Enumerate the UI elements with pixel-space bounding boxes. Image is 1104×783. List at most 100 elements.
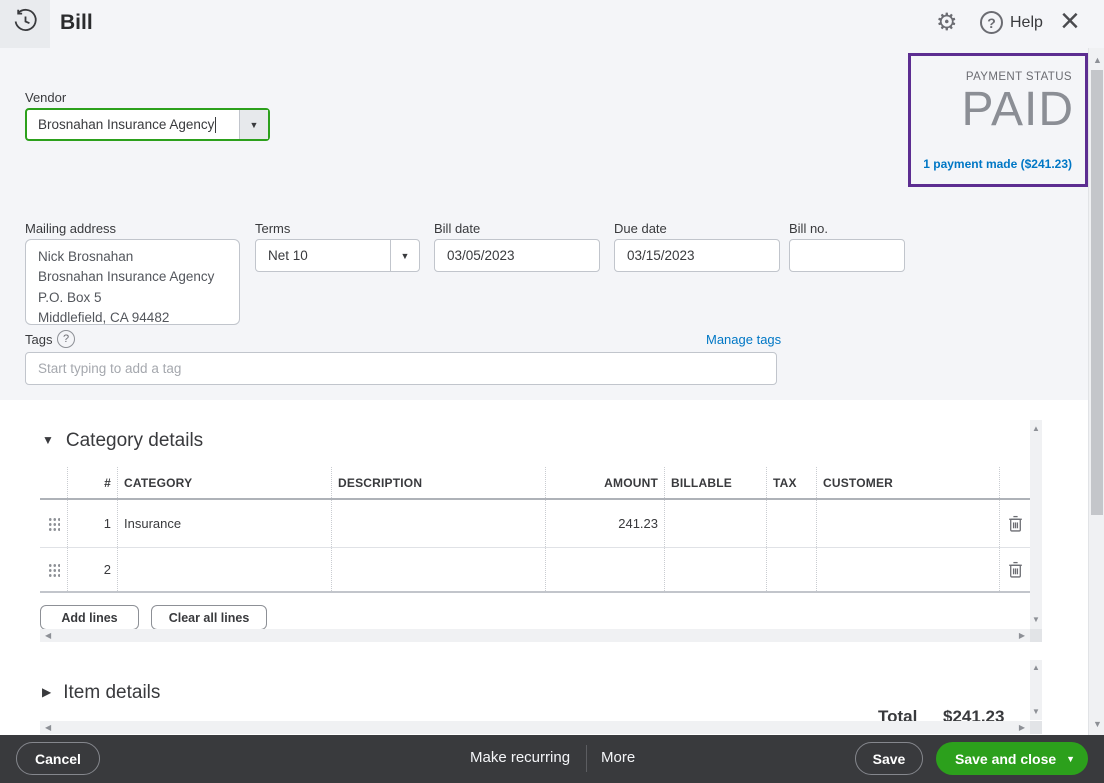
scroll-left-icon[interactable]: ◀ — [45, 724, 51, 732]
mailing-address-label: Mailing address — [25, 221, 116, 236]
category-details-header[interactable]: ▼ Category details — [42, 430, 203, 452]
billable-cell[interactable] — [665, 548, 767, 591]
cancel-button[interactable]: Cancel — [16, 742, 100, 775]
customer-cell[interactable] — [817, 500, 1000, 547]
scroll-up-icon[interactable]: ▲ — [1093, 56, 1102, 65]
header-trash-cell — [1000, 467, 1030, 498]
table-row: 2 — [40, 548, 1030, 593]
amount-cell[interactable]: 241.23 — [546, 500, 665, 547]
help-question-icon: ? — [980, 11, 1003, 34]
bill-no-label: Bill no. — [789, 221, 828, 236]
make-recurring-button[interactable]: Make recurring — [470, 749, 570, 766]
add-lines-button[interactable]: Add lines — [40, 605, 139, 630]
close-icon[interactable]: × — [1060, 2, 1080, 41]
col-header-tax: TAX — [767, 467, 817, 498]
scroll-down-icon[interactable]: ▼ — [1032, 708, 1040, 716]
scroll-right-icon[interactable]: ▶ — [1019, 724, 1025, 732]
save-button[interactable]: Save — [855, 742, 923, 775]
col-header-billable: BILLABLE — [665, 467, 767, 498]
col-header-category: CATEGORY — [118, 467, 332, 498]
payment-status-value: PAID — [962, 82, 1074, 137]
col-header-amount: AMOUNT — [546, 467, 665, 498]
text-caret — [215, 117, 216, 133]
footer-divider — [586, 745, 587, 772]
tags-input[interactable] — [25, 352, 777, 385]
scroll-up-icon[interactable]: ▲ — [1032, 664, 1040, 672]
due-date-input[interactable]: 03/15/2023 — [614, 239, 780, 272]
bill-date-input[interactable]: 03/05/2023 — [434, 239, 600, 272]
billable-cell[interactable] — [665, 500, 767, 547]
scrollbar-corner — [1030, 629, 1042, 642]
vendor-select[interactable]: Brosnahan Insurance Agency ▼ — [25, 108, 270, 141]
bill-date-value: 03/05/2023 — [447, 248, 515, 263]
vendor-dropdown-arrow-icon[interactable]: ▼ — [239, 110, 268, 139]
item-details-header[interactable]: ▶ Item details — [42, 682, 160, 704]
save-and-close-button[interactable]: Save and close ▼ — [936, 742, 1088, 775]
payment-status-box: PAYMENT STATUS PAID 1 payment made ($241… — [908, 53, 1088, 187]
payment-made-link[interactable]: 1 payment made ($241.23) — [923, 157, 1072, 171]
due-date-label: Due date — [614, 221, 667, 236]
help-label: Help — [1010, 14, 1043, 32]
bill-date-label: Bill date — [434, 221, 480, 236]
scroll-left-icon[interactable]: ◀ — [45, 632, 51, 640]
item-vscrollbar[interactable]: ▲ ▼ — [1030, 660, 1042, 720]
help-button[interactable]: ? Help — [980, 11, 1043, 34]
form-region: Bill ⚙ ? Help × PAYMENT STATUS PAID 1 pa… — [0, 0, 1104, 400]
mailing-address-field[interactable]: Nick Brosnahan Brosnahan Insurance Agenc… — [25, 239, 240, 325]
category-details-table: # CATEGORY DESCRIPTION AMOUNT BILLABLE T… — [40, 467, 1030, 593]
terms-select[interactable]: Net 10 — [255, 239, 391, 272]
customer-cell[interactable] — [817, 548, 1000, 591]
footer-action-bar: Cancel Make recurring More Save Save and… — [0, 735, 1104, 783]
tax-cell[interactable] — [767, 500, 817, 547]
scroll-right-icon[interactable]: ▶ — [1019, 632, 1025, 640]
collapse-closed-icon: ▶ — [42, 685, 51, 699]
vendor-label: Vendor — [25, 90, 66, 105]
tax-cell[interactable] — [767, 548, 817, 591]
terms-value: Net 10 — [268, 248, 308, 263]
tags-help-icon[interactable]: ? — [57, 330, 75, 348]
trash-icon[interactable] — [1008, 515, 1023, 532]
amount-cell[interactable] — [546, 548, 665, 591]
bill-form-window: Bill ⚙ ? Help × PAYMENT STATUS PAID 1 pa… — [0, 0, 1104, 783]
due-date-value: 03/15/2023 — [627, 248, 695, 263]
drag-handle-icon[interactable] — [47, 516, 60, 531]
row-number: 2 — [68, 548, 118, 591]
more-button[interactable]: More — [601, 749, 635, 766]
history-clock-icon — [12, 8, 39, 40]
bill-no-input[interactable] — [789, 239, 905, 272]
vendor-value: Brosnahan Insurance Agency — [27, 117, 214, 132]
terms-dropdown-arrow-icon[interactable]: ▼ — [390, 239, 420, 272]
tags-label: Tags — [25, 332, 52, 347]
category-details-title: Category details — [66, 430, 203, 451]
col-header-customer: CUSTOMER — [817, 467, 1000, 498]
item-details-title: Item details — [63, 682, 160, 703]
table-row: 1 Insurance 241.23 — [40, 500, 1030, 548]
col-header-num: # — [68, 467, 118, 498]
category-vscrollbar[interactable]: ▲ ▼ — [1030, 420, 1042, 629]
scroll-down-icon[interactable]: ▼ — [1032, 616, 1040, 624]
category-cell[interactable]: Insurance — [118, 500, 332, 547]
trash-icon[interactable] — [1008, 561, 1023, 578]
category-cell[interactable] — [118, 548, 332, 591]
item-hscrollbar[interactable]: ◀ ▶ — [40, 721, 1030, 734]
scroll-up-icon[interactable]: ▲ — [1032, 425, 1040, 433]
gear-icon[interactable]: ⚙ — [936, 8, 958, 37]
header-handle-cell — [40, 467, 68, 498]
col-header-description: DESCRIPTION — [332, 467, 546, 498]
save-options-arrow-icon[interactable]: ▼ — [1066, 754, 1075, 764]
table-header-row: # CATEGORY DESCRIPTION AMOUNT BILLABLE T… — [40, 467, 1030, 500]
row-number: 1 — [68, 500, 118, 547]
description-cell[interactable] — [332, 548, 546, 591]
manage-tags-link[interactable]: Manage tags — [706, 332, 781, 347]
collapse-open-icon: ▼ — [42, 433, 54, 447]
scroll-down-icon[interactable]: ▼ — [1093, 720, 1102, 729]
category-hscrollbar[interactable]: ◀ ▶ — [40, 629, 1030, 642]
drag-handle-icon[interactable] — [47, 562, 60, 577]
page-vscrollbar[interactable]: ▲ ▼ — [1088, 48, 1104, 735]
clear-all-lines-button[interactable]: Clear all lines — [151, 605, 267, 630]
save-and-close-label: Save and close — [955, 751, 1056, 767]
description-cell[interactable] — [332, 500, 546, 547]
bill-history-button[interactable] — [0, 0, 50, 48]
page-title: Bill — [60, 11, 93, 35]
scrollbar-thumb[interactable] — [1091, 70, 1103, 515]
